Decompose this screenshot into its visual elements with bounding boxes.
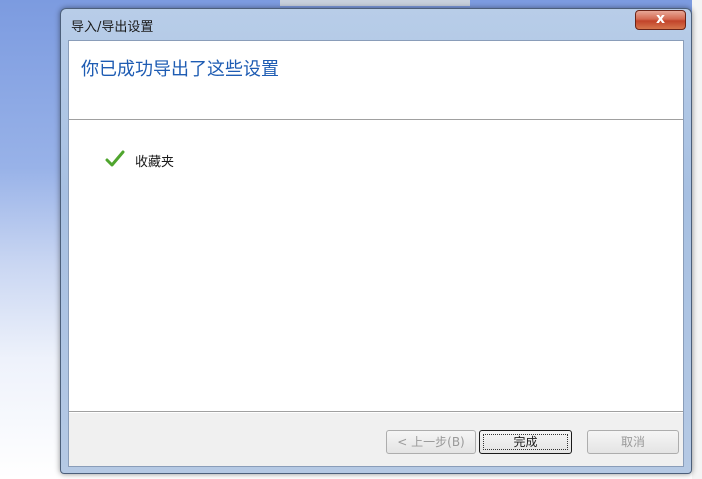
dialog-client-area: 你已成功导出了这些设置 收藏夹 < 上一步(B) 完成 取消 [68, 40, 684, 467]
import-export-dialog: 导入/导出设置 x 你已成功导出了这些设置 收藏夹 < 上一步(B) 完成 取消 [60, 8, 692, 474]
check-icon [105, 150, 125, 167]
close-button[interactable]: x [635, 10, 686, 30]
wizard-footer: < 上一步(B) 完成 取消 [69, 413, 683, 466]
desktop-right-edge [692, 0, 702, 479]
window-title: 导入/导出设置 [71, 20, 154, 35]
back-button[interactable]: < 上一步(B) [386, 430, 476, 454]
page-title: 你已成功导出了这些设置 [81, 59, 279, 80]
wizard-content: 收藏夹 [69, 121, 683, 411]
item-label: 收藏夹 [135, 155, 175, 170]
background-window-strip [280, 0, 470, 6]
cancel-button[interactable]: 取消 [587, 430, 679, 454]
close-icon: x [655, 11, 666, 27]
finish-button[interactable]: 完成 [479, 430, 572, 454]
title-bar[interactable]: 导入/导出设置 x [61, 9, 691, 41]
finish-button-label: 完成 [483, 434, 568, 450]
wizard-header: 你已成功导出了这些设置 [69, 41, 683, 119]
